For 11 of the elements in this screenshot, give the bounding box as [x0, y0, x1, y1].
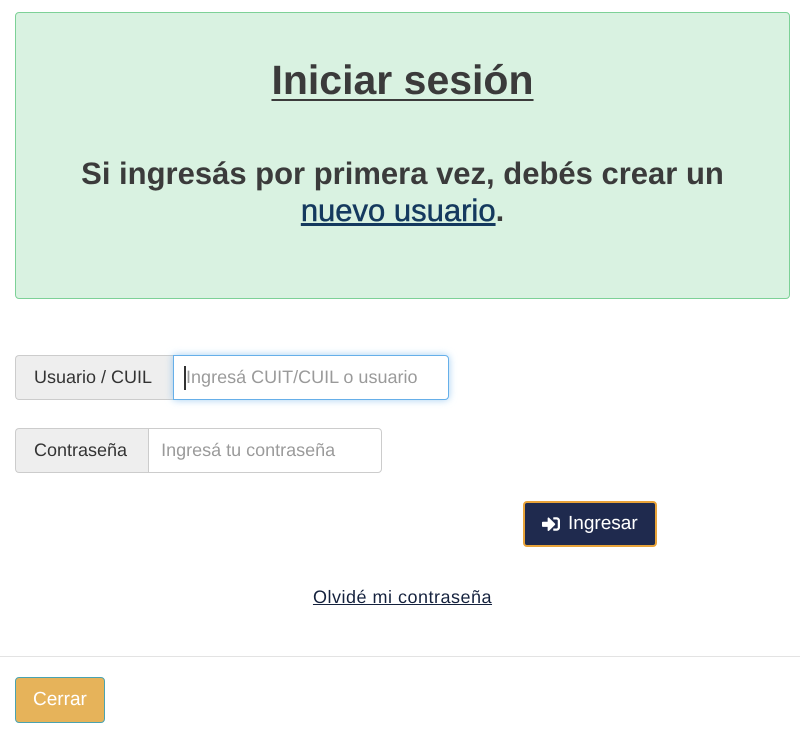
field-label: Contraseña	[15, 428, 148, 473]
login-button[interactable]: Ingresar	[523, 501, 657, 547]
new-user-message: Si ingresás por primera vez, debés crear un nuevo usuario.	[80, 155, 725, 229]
password-field[interactable]: Ingresá tu contraseña	[148, 428, 382, 473]
login-title: Iniciar sesión	[271, 56, 534, 105]
new-user-link[interactable]: nuevo usuario	[300, 193, 496, 228]
text-cursor-icon	[184, 366, 186, 390]
sign-in-icon	[542, 515, 560, 533]
forgot-password-link[interactable]: Olvidé mi contraseña	[312, 587, 492, 608]
username-field[interactable]: Ingresá CUIT/CUIL o usuario	[173, 355, 450, 400]
field-label: Usuario / CUIL	[15, 355, 174, 400]
